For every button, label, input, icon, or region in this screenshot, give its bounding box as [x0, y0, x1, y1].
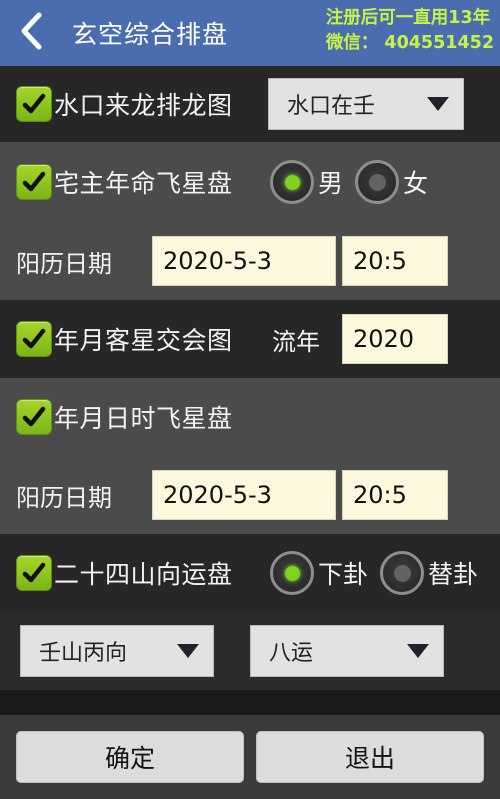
radio-ti-gua[interactable] — [380, 551, 425, 595]
label-mountain-plate: 二十四山向运盘 — [54, 560, 233, 589]
dropdown-water-mouth-value: 水口在壬 — [287, 94, 376, 119]
form-body: 水口来龙排龙图 水口在壬 宅主年命飞星盘 男 女 阳历日期 2020-5-3 2… — [0, 66, 500, 715]
app-header: 玄空综合排盘 注册后可一直用13年 微信： 404551452 — [0, 0, 500, 66]
dropdown-direction-value: 壬山丙向 — [39, 641, 128, 666]
input-solar-time-1[interactable] — [342, 236, 448, 286]
row-selectors: 壬山丙向 八运 — [0, 612, 500, 690]
row-owner-star: 宅主年命飞星盘 男 女 — [0, 142, 500, 222]
radio-dot — [284, 565, 300, 581]
dropdown-water-mouth-position[interactable]: 水口在壬 — [268, 78, 464, 130]
radio-gender-female[interactable] — [355, 160, 400, 204]
label-ymdh-star: 年月日时飞星盘 — [54, 404, 233, 433]
chevron-down-icon — [427, 97, 449, 111]
back-button[interactable] — [0, 0, 62, 66]
checkbox-mountain-plate[interactable] — [16, 555, 52, 591]
label-xia-gua: 下卦 — [318, 560, 369, 589]
row-ymdh-star: 年月日时飞星盘 — [0, 378, 500, 456]
label-liunian: 流年 — [272, 327, 320, 356]
input-solar-time-2[interactable] — [342, 470, 448, 520]
radio-dot — [284, 174, 300, 190]
checkbox-guest-star[interactable] — [16, 321, 52, 357]
radio-dot — [393, 564, 411, 582]
chevron-down-icon — [177, 644, 199, 658]
chevron-down-icon — [407, 644, 429, 658]
checkbox-ymdh-star[interactable] — [16, 399, 52, 435]
promo-banner: 注册后可一直用13年 微信： 404551452 — [326, 6, 494, 56]
label-solar-date-1: 阳历日期 — [16, 249, 112, 278]
radio-xia-gua[interactable] — [270, 551, 314, 595]
label-owner-star: 宅主年命飞星盘 — [54, 169, 233, 198]
label-solar-date-2: 阳历日期 — [16, 483, 112, 512]
checkbox-water-mouth[interactable] — [16, 86, 52, 122]
radio-dot — [368, 173, 386, 191]
filler-space — [0, 690, 500, 715]
footer-bar: 确定 退出 — [0, 715, 500, 799]
promo-line-1: 注册后可一直用13年 — [325, 8, 491, 28]
exit-button[interactable]: 退出 — [256, 731, 484, 783]
row-solar-date-1: 阳历日期 — [0, 222, 500, 300]
label-guest-star: 年月客星交会图 — [54, 326, 233, 355]
radio-group-gender: 男 女 — [270, 160, 440, 204]
label-water-mouth: 水口来龙排龙图 — [54, 91, 233, 120]
input-solar-date-2[interactable] — [152, 470, 336, 520]
dropdown-period[interactable]: 八运 — [250, 625, 444, 677]
promo-line-2: 微信： 404551452 — [325, 33, 494, 53]
radio-gender-male[interactable] — [270, 160, 314, 204]
label-gender-female: 女 — [403, 169, 429, 198]
row-solar-date-2: 阳历日期 — [0, 456, 500, 534]
app-root: 玄空综合排盘 注册后可一直用13年 微信： 404551452 水口来龙排龙图 … — [0, 0, 500, 799]
row-guest-star: 年月客星交会图 流年 — [0, 300, 500, 378]
input-liunian-year[interactable] — [342, 314, 448, 364]
row-mountain-plate: 二十四山向运盘 下卦 替卦 — [0, 534, 500, 612]
label-ti-gua: 替卦 — [428, 560, 479, 589]
label-gender-male: 男 — [318, 169, 344, 198]
chevron-left-icon — [18, 11, 44, 55]
input-solar-date-1[interactable] — [152, 236, 336, 286]
dropdown-period-value: 八运 — [269, 641, 314, 666]
page-title: 玄空综合排盘 — [72, 20, 229, 49]
row-water-mouth: 水口来龙排龙图 水口在壬 — [0, 66, 500, 142]
confirm-button[interactable]: 确定 — [16, 731, 244, 783]
checkbox-owner-star[interactable] — [16, 164, 52, 200]
dropdown-direction[interactable]: 壬山丙向 — [20, 625, 214, 677]
radio-group-gua: 下卦 替卦 — [270, 551, 490, 595]
